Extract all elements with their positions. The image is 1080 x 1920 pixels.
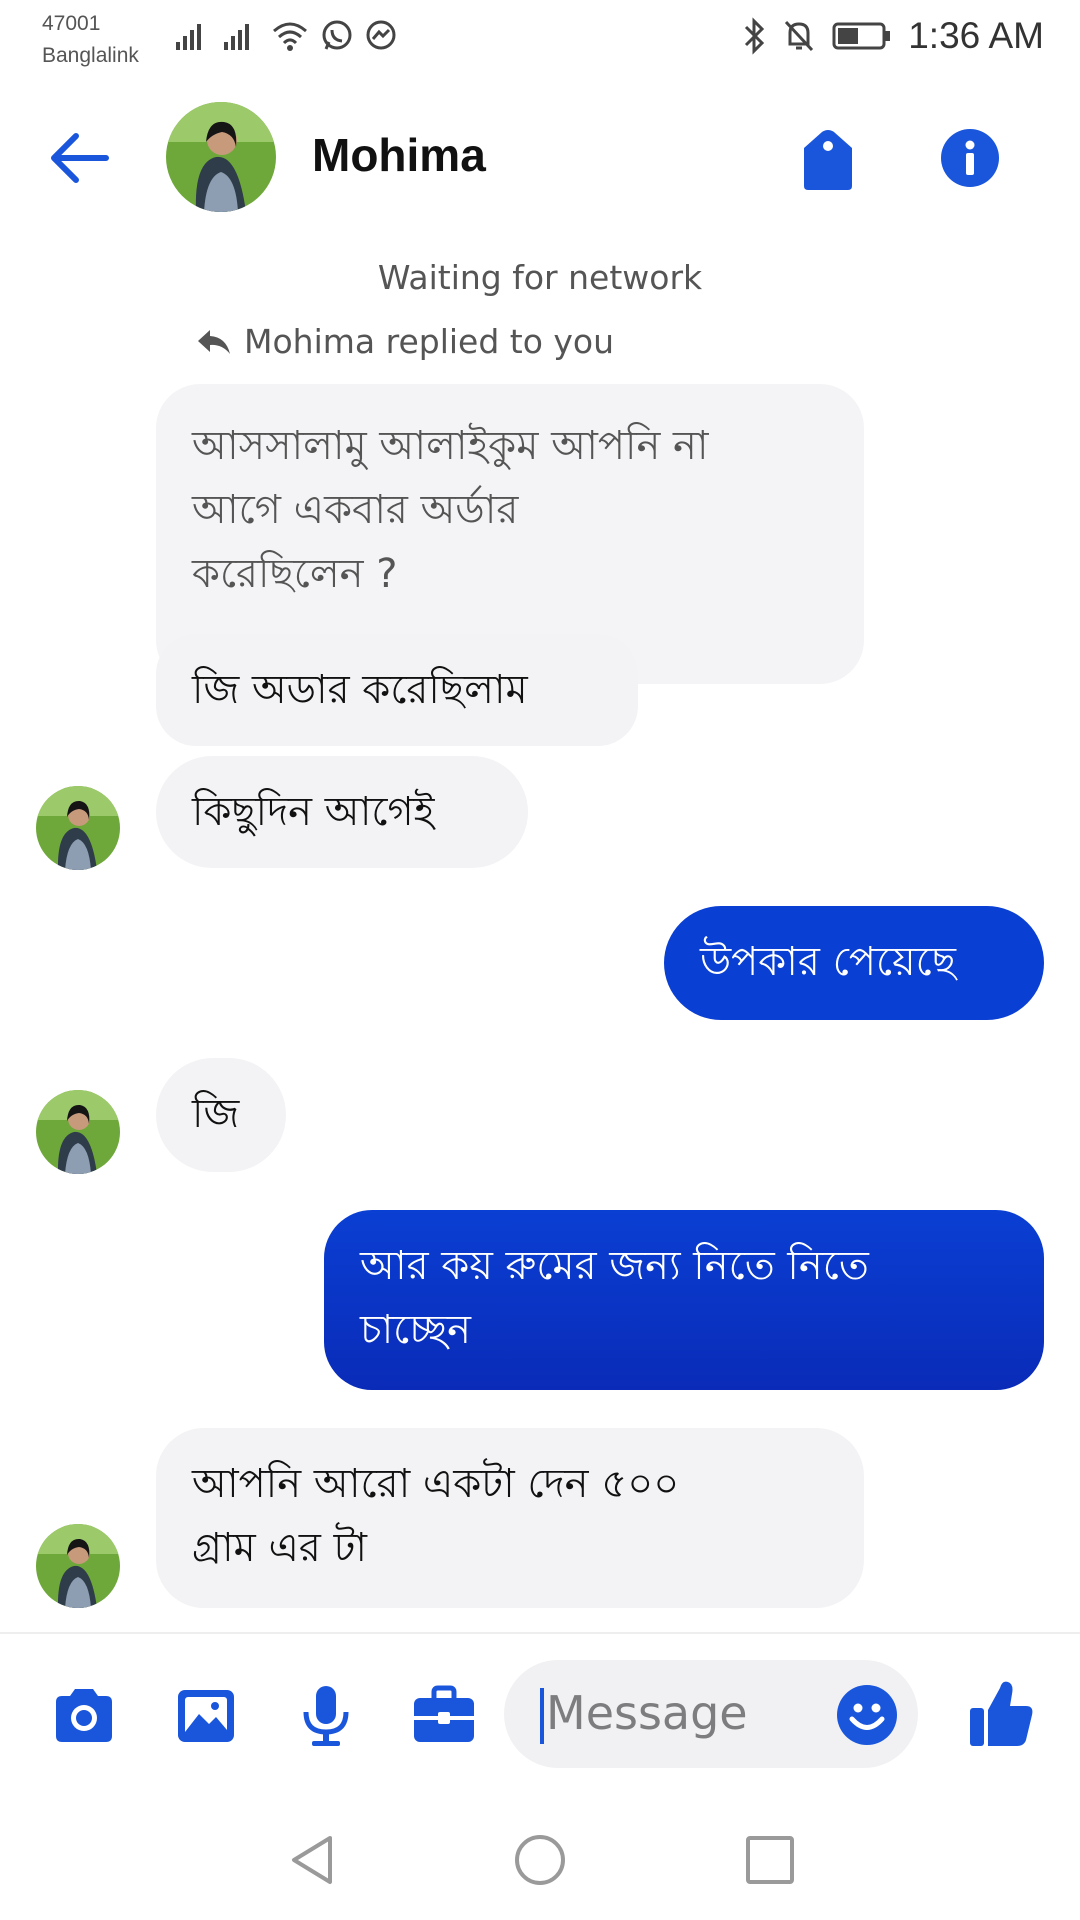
gallery-icon[interactable]	[172, 1682, 240, 1750]
messenger-chat-screen: 47001 Banglalink 1:36 AM Mohima Waiting …	[0, 0, 1080, 1920]
quoted-message-line: করেছিলেন ?	[192, 551, 398, 597]
message-text: জি	[192, 1091, 240, 1137]
avatar-photo	[36, 1090, 120, 1174]
battery-icon	[832, 22, 891, 50]
nav-home-icon[interactable]	[512, 1832, 568, 1888]
contact-name[interactable]: Mohima	[312, 128, 486, 182]
text-cursor	[540, 1688, 544, 1744]
message-text: আর কয় রুমের জন্য নিতে নিতে	[360, 1243, 869, 1289]
wifi-icon	[273, 22, 307, 51]
status-icons-right: 1:36 AM	[742, 14, 1044, 58]
toolbox-icon[interactable]	[410, 1682, 478, 1750]
incoming-message[interactable]: কিছুদিন আগেই	[156, 756, 528, 868]
avatar-photo	[36, 786, 120, 870]
outgoing-message[interactable]: আর কয় রুমের জন্য নিতে নিতে চাচ্ছেন	[324, 1210, 1044, 1390]
carrier-name: Banglalink	[42, 44, 139, 67]
mute-icon	[785, 20, 814, 52]
reply-notice-text: Mohima replied to you	[244, 322, 615, 361]
composer-divider	[0, 1632, 1080, 1634]
avatar-photo	[36, 1524, 120, 1608]
emoji-icon[interactable]	[836, 1684, 898, 1746]
message-text: চাচ্ছেন	[360, 1307, 472, 1353]
thumbs-up-icon[interactable]	[968, 1678, 1034, 1748]
message-text: আপনি আরো একটা দেন ৫০০	[192, 1461, 680, 1507]
carrier-code: 47001	[42, 12, 101, 35]
message-text: জি অডার করেছিলাম	[192, 667, 528, 713]
clock: 1:36 AM	[908, 15, 1044, 56]
quoted-message-line: আসসালামু আলাইকুম আপনি না	[192, 423, 709, 469]
reply-notice: Mohima replied to you	[196, 322, 614, 361]
incoming-message[interactable]: আপনি আরো একটা দেন ৫০০ গ্রাম এর টা	[156, 1428, 864, 1608]
tag-icon[interactable]	[800, 128, 856, 192]
nav-recents-icon[interactable]	[742, 1832, 798, 1888]
microphone-icon[interactable]	[292, 1682, 360, 1750]
message-text: কিছুদিন আগেই	[192, 789, 435, 835]
contact-avatar[interactable]	[166, 102, 276, 212]
android-nav-bar	[0, 1800, 1080, 1920]
contact-avatar-small[interactable]	[36, 1524, 120, 1608]
contact-avatar-small[interactable]	[36, 786, 120, 870]
message-placeholder: Message	[546, 1686, 748, 1740]
bluetooth-icon	[745, 17, 765, 55]
network-status: Waiting for network	[377, 258, 703, 297]
status-icons-left	[174, 16, 398, 56]
quoted-message-line: আগে একবার অর্ডার	[192, 487, 519, 533]
avatar-photo	[166, 102, 276, 212]
nav-back-icon[interactable]	[284, 1832, 340, 1888]
chat-header: Mohima	[0, 88, 1080, 228]
incoming-message[interactable]: জি	[156, 1058, 286, 1172]
message-text: গ্রাম এর টা	[192, 1525, 368, 1571]
signal-icon	[224, 24, 249, 50]
reply-arrow-icon	[198, 329, 230, 354]
status-bar: 47001 Banglalink 1:36 AM	[0, 0, 1080, 72]
whatsapp-icon	[322, 20, 352, 50]
contact-avatar-small[interactable]	[36, 1090, 120, 1174]
camera-icon[interactable]	[50, 1682, 118, 1750]
messenger-icon	[366, 20, 396, 50]
carrier-info: 47001 Banglalink	[42, 8, 139, 72]
signal-icon	[176, 24, 201, 50]
incoming-message[interactable]: জি অডার করেছিলাম	[156, 634, 638, 746]
back-arrow-icon[interactable]	[48, 130, 110, 186]
info-icon[interactable]	[940, 128, 1000, 188]
message-input[interactable]: Message	[504, 1660, 918, 1768]
message-text: উপকার পেয়েছে	[700, 939, 956, 985]
outgoing-message[interactable]: উপকার পেয়েছে	[664, 906, 1044, 1020]
